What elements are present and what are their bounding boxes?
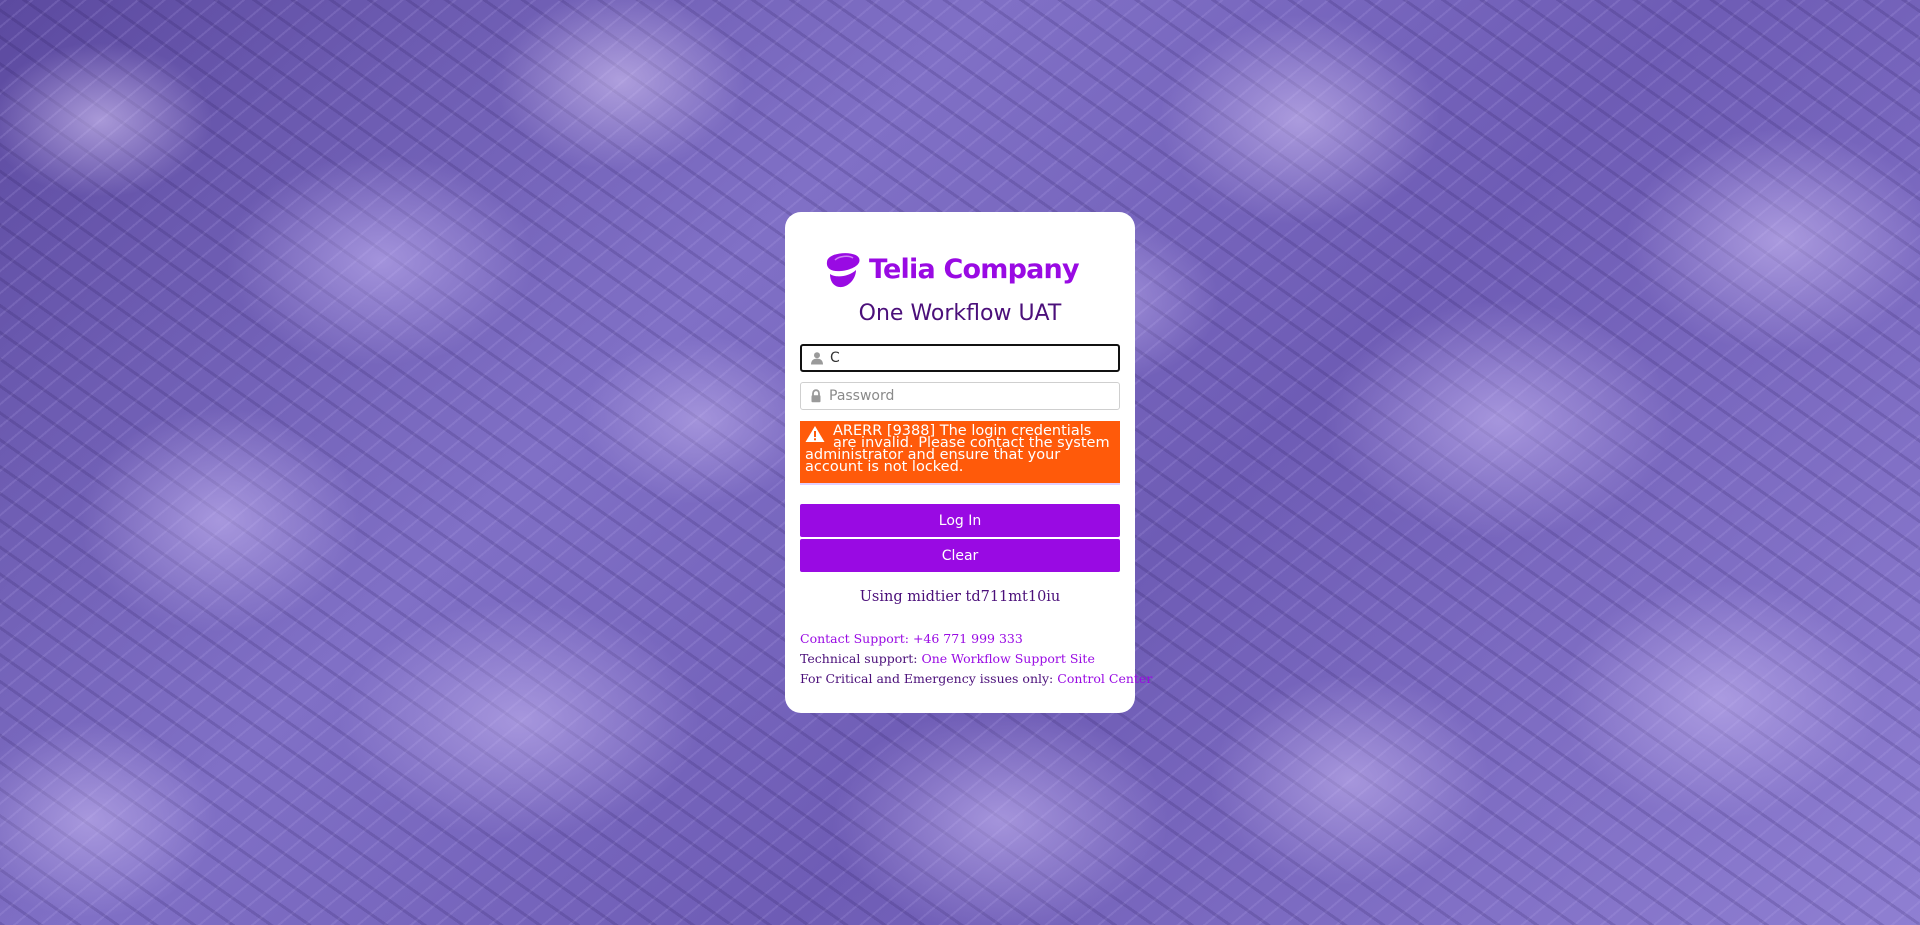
control-center-link[interactable]: Control Center: [1057, 671, 1152, 686]
lock-icon: [811, 389, 821, 403]
logo-text: Telia Company: [869, 253, 1080, 285]
app-title: One Workflow UAT: [858, 301, 1062, 326]
critical-issues-label: For Critical and Emergency issues only:: [800, 671, 1058, 686]
support-site-link[interactable]: One Workflow Support Site: [921, 651, 1094, 666]
login-button[interactable]: Log In: [800, 504, 1120, 537]
telia-logo-icon: [826, 253, 860, 288]
login-panel: Telia Company One Workflow UAT ARERR [93…: [785, 212, 1152, 713]
technical-support-label: Technical support:: [800, 651, 922, 666]
user-icon: [811, 352, 823, 365]
login-error-message: ARERR [9388] The login credentials are i…: [800, 421, 1120, 485]
password-field[interactable]: [800, 382, 1120, 410]
critical-issues-line: For Critical and Emergency issues only: …: [800, 669, 1152, 689]
error-text: ARERR [9388] The login credentials are i…: [805, 423, 1110, 475]
contact-support-text: Contact Support: +46 771 999 333: [800, 631, 1023, 646]
username-input[interactable]: [830, 346, 1118, 370]
support-info: Contact Support: +46 771 999 333 Technic…: [800, 629, 1152, 689]
username-field[interactable]: [800, 344, 1120, 372]
warning-icon: [805, 426, 825, 442]
midtier-info: Using midtier td711mt10iu: [859, 589, 1061, 605]
telia-company-logo: Telia Company: [821, 247, 1080, 291]
technical-support-line: Technical support: One Workflow Support …: [800, 649, 1130, 669]
clear-button[interactable]: Clear: [800, 539, 1120, 572]
password-input[interactable]: [829, 383, 1119, 409]
